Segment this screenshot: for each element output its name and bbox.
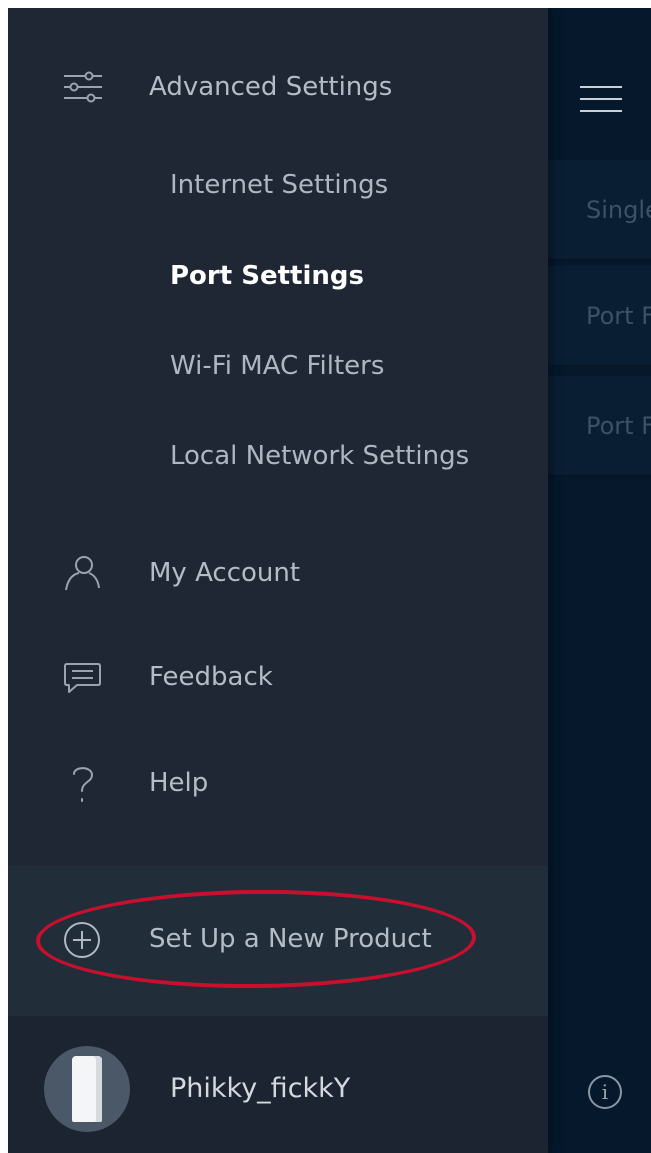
sub-item-label: Local Network Settings [170,441,470,471]
main-row-single[interactable]: Single [548,160,651,260]
sub-item-wifi-mac-filters[interactable]: Wi-Fi MAC Filters [170,337,530,397]
hamburger-icon [580,86,622,88]
profile-name: Phikky_fickkY [170,1073,351,1104]
drawer-item-label: My Account [149,558,301,588]
drawer-item-advanced-settings[interactable]: Advanced Settings [8,52,548,122]
profile-footer[interactable]: Phikky_fickkY [8,1016,548,1153]
main-row-label: Port F [586,302,651,330]
navigation-drawer: Advanced Settings Internet Settings Port… [8,8,548,1153]
sub-item-internet-settings[interactable]: Internet Settings [170,156,530,216]
user-icon [65,556,100,591]
main-row-port-range[interactable]: Port F [548,376,651,476]
hamburger-line [580,98,622,100]
sub-item-port-settings[interactable]: Port Settings [170,247,530,307]
drawer-item-help[interactable]: Help [8,748,548,818]
question-mark-icon [73,767,94,802]
sliders-icon [64,71,102,103]
drawer-item-label: Feedback [149,662,273,692]
hamburger-line [580,110,622,112]
info-icon[interactable]: i [588,1075,622,1109]
drawer-item-feedback[interactable]: Feedback [8,642,548,712]
sub-item-local-network-settings[interactable]: Local Network Settings [170,427,530,487]
sub-item-label: Wi-Fi MAC Filters [170,351,385,381]
drawer-item-label: Advanced Settings [149,72,393,102]
velop-node-icon [72,1056,102,1122]
app-screen: Single Port F Port F i [8,8,651,1153]
main-row-label: Port F [586,412,651,440]
drawer-item-my-account[interactable]: My Account [8,538,548,608]
hamburger-menu-button[interactable] [580,86,624,116]
main-row-port-forwarding[interactable]: Port F [548,266,651,366]
sub-item-label: Internet Settings [170,170,389,200]
sub-item-label: Port Settings [170,261,364,291]
chat-bubble-icon [64,663,101,693]
drawer-item-label: Help [149,768,209,798]
main-row-label: Single [586,196,651,224]
avatar [44,1046,130,1132]
main-panel: Single Port F Port F i [548,8,651,1153]
